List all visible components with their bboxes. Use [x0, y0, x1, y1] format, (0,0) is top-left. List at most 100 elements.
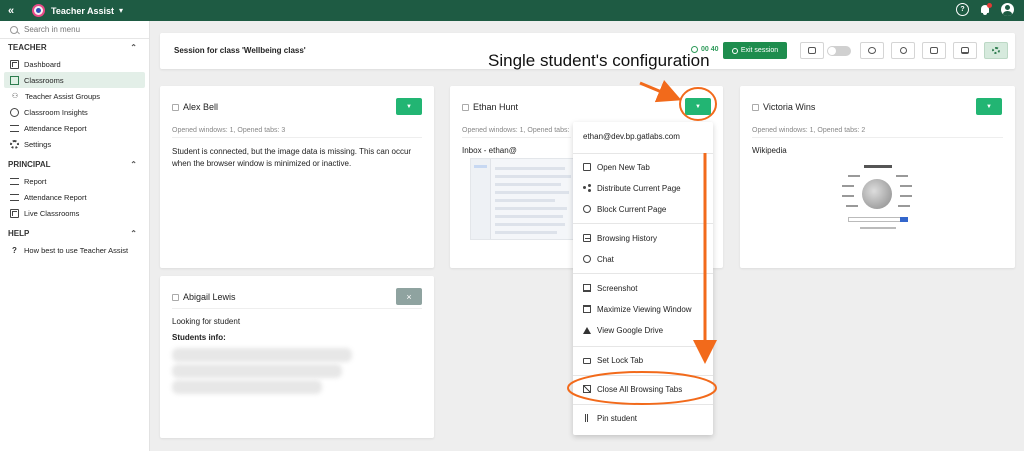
chevron-up-icon: ⌃: [130, 229, 137, 238]
sidebar-item-how-to-use[interactable]: ? How best to use Teacher Assist: [4, 242, 145, 258]
menu-item-open-new-tab[interactable]: Open New Tab: [583, 161, 650, 173]
section-principal[interactable]: PRINCIPAL ⌃: [0, 156, 149, 173]
app-logo: [32, 4, 45, 17]
sidebar-item-live-classrooms[interactable]: Live Classrooms: [4, 205, 145, 221]
student-name: Alex Bell: [183, 102, 219, 112]
student-card-abigail: Abigail Lewis × Looking for student Stud…: [160, 276, 434, 438]
chat-icon: [583, 255, 591, 263]
user-account-icon[interactable]: [1001, 3, 1014, 16]
lock-all-button[interactable]: [800, 42, 824, 59]
chevron-up-icon: ⌃: [130, 43, 137, 52]
chevron-down-icon: ▼: [406, 103, 412, 110]
menu-item-distribute-current-page[interactable]: Distribute Current Page: [583, 182, 681, 194]
sidebar-item-teacher-assist-groups[interactable]: ⚇ Teacher Assist Groups: [4, 88, 145, 104]
student-checkbox[interactable]: [462, 104, 469, 111]
section-teacher[interactable]: TEACHER ⌃: [0, 39, 149, 56]
redacted-info: [172, 380, 322, 394]
student-meta: Opened windows: 1, Opened tabs:: [462, 127, 570, 134]
student-status-message: Student is connected, but the image data…: [172, 147, 412, 169]
insights-icon: [10, 107, 19, 117]
notification-bell-icon[interactable]: [979, 2, 992, 16]
sidebar-item-attendance-report[interactable]: Attendance Report: [4, 120, 145, 136]
menu-item-close-all-browsing-tabs[interactable]: Close All Browsing Tabs: [583, 383, 682, 395]
power-icon: [731, 47, 738, 54]
section-help[interactable]: HELP ⌃: [0, 225, 149, 242]
live-classroom-icon: [10, 208, 19, 218]
session-title: Session for class 'Wellbeing class': [174, 46, 306, 55]
report-icon: [10, 124, 19, 132]
menu-item-chat[interactable]: Chat: [583, 253, 614, 265]
sidebar-item-dashboard[interactable]: Dashboard: [4, 56, 145, 72]
menu-item-view-google-drive[interactable]: View Google Drive: [583, 324, 663, 336]
lock-toggle[interactable]: [827, 46, 851, 56]
screen-button[interactable]: [953, 42, 977, 59]
student-tab-title: Inbox - ethan@: [462, 146, 517, 155]
student-screen-thumbnail[interactable]: [830, 161, 926, 243]
student-checkbox[interactable]: [172, 104, 179, 111]
redacted-info: [172, 348, 352, 362]
pin-icon: [585, 414, 588, 422]
gear-icon: [992, 47, 1000, 54]
student-options-button[interactable]: ▼: [976, 98, 1002, 115]
chat-icon: [868, 47, 876, 54]
sidebar-item-classrooms[interactable]: Classrooms: [4, 72, 145, 88]
chat-all-button[interactable]: [860, 42, 884, 59]
annotation-title: Single student's configuration: [488, 51, 710, 70]
history-icon: [583, 234, 591, 242]
student-meta: Opened windows: 1, Opened tabs: 3: [172, 127, 286, 134]
exit-session-button[interactable]: Exit session: [723, 42, 787, 59]
sidebar-search: [0, 21, 149, 39]
menu-item-pin-student[interactable]: Pin student: [583, 412, 637, 424]
block-icon: [583, 205, 591, 213]
close-icon: ×: [406, 291, 412, 302]
search-icon: [10, 25, 18, 34]
question-icon: ?: [12, 245, 17, 255]
collapse-sidebar-icon[interactable]: «: [8, 5, 22, 17]
report-icon: [10, 193, 19, 201]
close-tabs-icon: [583, 385, 591, 393]
share-icon: [583, 184, 591, 192]
sidebar: TEACHER ⌃ Dashboard Classrooms ⚇Teacher …: [0, 21, 150, 451]
wikipedia-globe-icon: [862, 179, 892, 209]
menu-item-screenshot[interactable]: Screenshot: [583, 282, 637, 294]
redacted-info: [172, 364, 342, 378]
sidebar-item-classroom-insights[interactable]: Classroom Insights: [4, 104, 145, 120]
search-icon: [899, 47, 907, 54]
classroom-icon: [10, 75, 19, 85]
drive-icon: [583, 326, 591, 334]
menu-item-browsing-history[interactable]: Browsing History: [583, 232, 657, 244]
menu-item-block-current-page[interactable]: Block Current Page: [583, 203, 666, 215]
remove-student-button[interactable]: ×: [396, 288, 422, 305]
maximize-icon: [583, 305, 591, 313]
chevron-down-icon: ▼: [986, 103, 992, 110]
student-name: Abigail Lewis: [183, 292, 236, 302]
search-input[interactable]: [24, 25, 134, 34]
sidebar-item-report[interactable]: Report: [4, 173, 145, 189]
student-meta: Opened windows: 1, Opened tabs: 2: [752, 127, 866, 134]
zoom-button[interactable]: [891, 42, 915, 59]
chevron-down-icon[interactable]: ▾: [119, 6, 123, 15]
menu-item-set-lock-tab[interactable]: Set Lock Tab: [583, 354, 643, 366]
gear-icon: [10, 139, 19, 149]
sidebar-item-principal-attendance-report[interactable]: Attendance Report: [4, 189, 145, 205]
hand-button[interactable]: [922, 42, 946, 59]
student-screen-thumbnail[interactable]: [470, 158, 576, 240]
student-status: Looking for student: [172, 317, 241, 326]
groups-icon: ⚇: [11, 93, 19, 100]
new-tab-icon: [583, 163, 591, 171]
help-icon[interactable]: ?: [956, 3, 969, 16]
report-icon: [10, 177, 19, 185]
student-options-button[interactable]: ▼: [396, 98, 422, 115]
student-name: Victoria Wins: [763, 102, 816, 112]
student-card-victoria: Victoria Wins ▼ Opened windows: 1, Opene…: [740, 86, 1015, 268]
student-email: ethan@dev.bp.gatlabs.com: [583, 132, 680, 141]
lock-icon: [583, 358, 591, 364]
menu-item-maximize-viewing-window[interactable]: Maximize Viewing Window: [583, 303, 692, 315]
chevron-up-icon: ⌃: [130, 160, 137, 169]
student-checkbox[interactable]: [172, 294, 179, 301]
app-title[interactable]: Teacher Assist: [51, 6, 114, 16]
settings-button[interactable]: [984, 42, 1008, 59]
student-options-button[interactable]: ▼: [685, 98, 711, 115]
student-checkbox[interactable]: [752, 104, 759, 111]
sidebar-item-settings[interactable]: Settings: [4, 136, 145, 152]
